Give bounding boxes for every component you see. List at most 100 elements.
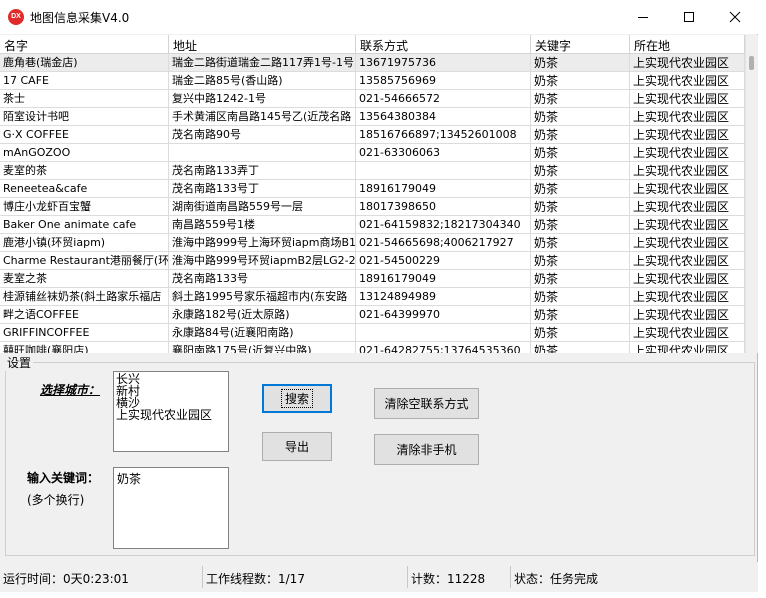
cell-contact[interactable]: 021-64399970	[356, 306, 531, 324]
cell-contact[interactable]: 18916179049	[356, 270, 531, 288]
cell-keyword[interactable]: 奶茶	[531, 90, 630, 108]
table-row[interactable]: 麦室的茶 茂名南路133弄丁 奶茶 上实现代农业园区	[0, 162, 745, 180]
table-row[interactable]: 鹿角巷(瑞金店) 瑞金二路街道瑞金二路117弄1号-1号 13671975736 奶茶…	[0, 54, 745, 72]
cell-name[interactable]: GRIFFINCOFFEE	[0, 324, 169, 342]
table-row[interactable]: 桂源铺丝袜奶茶(斜土路家乐福店 斜土路1995号家乐福超市内(东安路 1312489…	[0, 288, 745, 306]
cell-contact[interactable]: 021-63306063	[356, 144, 531, 162]
grid-vertical-scrollbar[interactable]	[745, 35, 758, 353]
cell-keyword[interactable]: 奶茶	[531, 180, 630, 198]
cell-contact[interactable]: 13124894989	[356, 288, 531, 306]
cell-address[interactable]: 瑞金二路街道瑞金二路117弄1号-1号	[169, 54, 356, 72]
city-listbox[interactable]: 长兴 新村 横沙 上实现代农业园区	[113, 371, 229, 452]
table-row[interactable]: Reneetea&cafe 茂名南路133号丁 18916179049 奶茶 上实现代农…	[0, 180, 745, 198]
table-row[interactable]: G·X COFFEE 茂名南路90号 18516766897;13452601008…	[0, 126, 745, 144]
cell-address[interactable]: 茂名南路133弄丁	[169, 162, 356, 180]
cell-keyword[interactable]: 奶茶	[531, 144, 630, 162]
cell-contact[interactable]	[356, 324, 531, 342]
cell-keyword[interactable]: 奶茶	[531, 288, 630, 306]
cell-name[interactable]: Reneetea&cafe	[0, 180, 169, 198]
cell-keyword[interactable]: 奶茶	[531, 342, 630, 353]
cell-address[interactable]: 襄阳南路175号(近复兴中路)	[169, 342, 356, 353]
cell-keyword[interactable]: 奶茶	[531, 306, 630, 324]
cell-location[interactable]: 上实现代农业园区	[630, 234, 745, 252]
title-bar[interactable]: DX 地图信息采集V4.0	[0, 0, 758, 34]
table-row[interactable]: mAnGOZOO 021-63306063 奶茶 上实现代农业园区	[0, 144, 745, 162]
cell-name[interactable]: 博庄小龙虾百宝蟹	[0, 198, 169, 216]
cell-contact[interactable]: 021-54665698;4006217927	[356, 234, 531, 252]
cell-address[interactable]: 手术黄浦区南昌路145号乙(近茂名路	[169, 108, 356, 126]
cell-keyword[interactable]: 奶茶	[531, 252, 630, 270]
cell-name[interactable]: 17 CAFE	[0, 72, 169, 90]
cell-name[interactable]: 麦室的茶	[0, 162, 169, 180]
cell-contact[interactable]: 18916179049	[356, 180, 531, 198]
cell-contact[interactable]: 021-54666572	[356, 90, 531, 108]
cell-contact[interactable]: 18516766897;13452601008	[356, 126, 531, 144]
cell-location[interactable]: 上实现代农业园区	[630, 144, 745, 162]
cell-keyword[interactable]: 奶茶	[531, 72, 630, 90]
clear-empty-contact-button[interactable]: 清除空联系方式	[374, 388, 479, 419]
results-grid[interactable]: 名字 地址 联系方式 关键字 所在地 鹿角巷(瑞金店) 瑞金二路街道瑞金二路117…	[0, 35, 758, 353]
table-row[interactable]: 畔之语COFFEE 永康路182号(近太原路) 021-64399970 奶茶 上实现代…	[0, 306, 745, 324]
table-row[interactable]: GRIFFINCOFFEE 永康路84号(近襄阳南路) 奶茶 上实现代农业园区	[0, 324, 745, 342]
cell-location[interactable]: 上实现代农业园区	[630, 342, 745, 353]
cell-location[interactable]: 上实现代农业园区	[630, 270, 745, 288]
cell-location[interactable]: 上实现代农业园区	[630, 108, 745, 126]
city-option[interactable]: 上实现代农业园区	[116, 409, 226, 421]
cell-name[interactable]: G·X COFFEE	[0, 126, 169, 144]
maximize-button[interactable]	[666, 0, 712, 34]
table-row[interactable]: 麦室之茶 茂名南路133号 18916179049 奶茶 上实现代农业园区	[0, 270, 745, 288]
search-button[interactable]: 搜索	[262, 384, 332, 413]
cell-keyword[interactable]: 奶茶	[531, 54, 630, 72]
column-header-keyword[interactable]: 关键字	[531, 35, 630, 54]
cell-address[interactable]: 复兴中路1242-1号	[169, 90, 356, 108]
cell-name[interactable]: 桂源铺丝袜奶茶(斜土路家乐福店	[0, 288, 169, 306]
cell-name[interactable]: 畔之语COFFEE	[0, 306, 169, 324]
scrollbar-thumb[interactable]	[749, 56, 754, 70]
cell-address[interactable]: 茂名南路90号	[169, 126, 356, 144]
cell-name[interactable]: 囍旺咖啡(襄阳店)	[0, 342, 169, 353]
cell-name[interactable]: 麦室之茶	[0, 270, 169, 288]
cell-address[interactable]: 瑞金二路85号(香山路)	[169, 72, 356, 90]
cell-keyword[interactable]: 奶茶	[531, 108, 630, 126]
table-row[interactable]: 17 CAFE 瑞金二路85号(香山路) 13585756969 奶茶 上实现代农业园区	[0, 72, 745, 90]
cell-name[interactable]: Baker One animate cafe	[0, 216, 169, 234]
cell-contact[interactable]: 13585756969	[356, 72, 531, 90]
cell-location[interactable]: 上实现代农业园区	[630, 180, 745, 198]
cell-location[interactable]: 上实现代农业园区	[630, 306, 745, 324]
cell-location[interactable]: 上实现代农业园区	[630, 126, 745, 144]
cell-contact[interactable]: 021-64282755;13764535360	[356, 342, 531, 353]
cell-location[interactable]: 上实现代农业园区	[630, 162, 745, 180]
cell-name[interactable]: 陌室设计书吧	[0, 108, 169, 126]
cell-contact[interactable]: 021-54500229	[356, 252, 531, 270]
cell-name[interactable]: 茶士	[0, 90, 169, 108]
cell-address[interactable]: 斜土路1995号家乐福超市内(东安路	[169, 288, 356, 306]
column-header-contact[interactable]: 联系方式	[356, 35, 531, 54]
cell-name[interactable]: mAnGOZOO	[0, 144, 169, 162]
cell-location[interactable]: 上实现代农业园区	[630, 90, 745, 108]
table-row[interactable]: 鹿港小镇(环贸iapm) 淮海中路999号上海环贸iapm商场B1 021-5466…	[0, 234, 745, 252]
cell-address[interactable]: 茂名南路133号	[169, 270, 356, 288]
cell-address[interactable]: 湖南街道南昌路559号一层	[169, 198, 356, 216]
cell-keyword[interactable]: 奶茶	[531, 216, 630, 234]
cell-name[interactable]: 鹿港小镇(环贸iapm)	[0, 234, 169, 252]
cell-contact[interactable]: 18017398650	[356, 198, 531, 216]
cell-location[interactable]: 上实现代农业园区	[630, 198, 745, 216]
column-header-location[interactable]: 所在地	[630, 35, 745, 54]
table-row[interactable]: 博庄小龙虾百宝蟹 湖南街道南昌路559号一层 18017398650 奶茶 上实现代农业…	[0, 198, 745, 216]
cell-contact[interactable]: 021-64159832;18217304340	[356, 216, 531, 234]
minimize-button[interactable]	[620, 0, 666, 34]
keyword-input[interactable]: 奶茶	[113, 467, 229, 549]
column-header-address[interactable]: 地址	[169, 35, 356, 54]
cell-name[interactable]: 鹿角巷(瑞金店)	[0, 54, 169, 72]
cell-contact[interactable]: 13671975736	[356, 54, 531, 72]
cell-address[interactable]: 茂名南路133号丁	[169, 180, 356, 198]
cell-location[interactable]: 上实现代农业园区	[630, 252, 745, 270]
export-button[interactable]: 导出	[262, 432, 332, 461]
cell-keyword[interactable]: 奶茶	[531, 324, 630, 342]
cell-keyword[interactable]: 奶茶	[531, 198, 630, 216]
close-button[interactable]	[712, 0, 758, 34]
cell-contact[interactable]	[356, 162, 531, 180]
cell-location[interactable]: 上实现代农业园区	[630, 54, 745, 72]
cell-address[interactable]: 永康路84号(近襄阳南路)	[169, 324, 356, 342]
table-row[interactable]: 茶士 复兴中路1242-1号 021-54666572 奶茶 上实现代农业园区	[0, 90, 745, 108]
